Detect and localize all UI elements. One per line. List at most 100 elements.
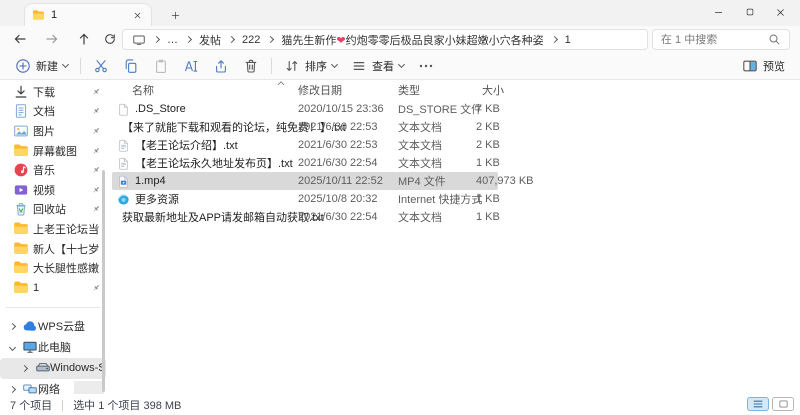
sidebar-horizontal-scrollbar[interactable] bbox=[74, 381, 104, 394]
breadcrumb-item[interactable]: 发帖 bbox=[199, 32, 221, 48]
sidebar-item-wps-cloud[interactable]: WPS云盘 bbox=[0, 316, 106, 337]
sidebar-item-documents[interactable]: 文档 bbox=[0, 102, 106, 122]
file-name: .DS_Store bbox=[135, 103, 186, 115]
new-tab-button[interactable] bbox=[166, 6, 184, 24]
sidebar-item-videos[interactable]: 视频 bbox=[0, 180, 106, 200]
breadcrumb[interactable]: … 发帖 222 猫先生新作❤约炮零零后极品良家小妹超嫩小穴各种姿 1 bbox=[122, 29, 648, 50]
expand-chevron-icon[interactable] bbox=[9, 322, 16, 329]
file-size: 7 KB bbox=[476, 103, 592, 115]
sidebar-item-recycle-bin[interactable]: 回收站 bbox=[0, 200, 106, 220]
copy-button[interactable] bbox=[116, 54, 146, 78]
file-date: 2020/10/15 23:36 bbox=[298, 103, 398, 115]
sidebar-vertical-scrollbar[interactable] bbox=[102, 170, 105, 392]
post-title-prefix: 猫先生新作 bbox=[281, 35, 336, 47]
file-row[interactable]: 【老王论坛介绍】.txt 2021/6/30 22:53 文本文档 2 KB bbox=[112, 136, 498, 154]
column-header-date[interactable]: 修改日期 bbox=[298, 82, 398, 98]
sidebar-item-folder-1[interactable]: 1 bbox=[0, 278, 106, 298]
back-button[interactable] bbox=[8, 28, 32, 50]
up-arrow-icon bbox=[76, 31, 92, 47]
file-row[interactable]: 【老王论坛永久地址发布页】.txt 2021/6/30 22:54 文本文档 1… bbox=[112, 154, 498, 172]
thumbnail-view-button[interactable] bbox=[772, 397, 794, 411]
column-header-name[interactable]: 名称 bbox=[112, 82, 298, 98]
chevron-right-icon bbox=[551, 36, 558, 43]
file-row-selected[interactable]: 1.mp4 2025/10/11 22:52 MP4 文件 407,973 KB bbox=[112, 172, 498, 190]
post-title-suffix: 约炮零零后极品良家小妹超嫩小穴各种姿 bbox=[346, 35, 544, 47]
this-pc-icon bbox=[132, 33, 146, 47]
file-row[interactable]: 获取最新地址及APP请发邮箱自动获取.txt 2021/6/30 22:54 文… bbox=[112, 208, 498, 226]
chevron-right-icon bbox=[185, 36, 192, 43]
preview-button[interactable]: 预览 bbox=[735, 54, 792, 78]
status-divider bbox=[62, 400, 63, 411]
sidebar-item-downloads[interactable]: 下载 bbox=[0, 82, 106, 102]
breadcrumb-current[interactable]: 1 bbox=[565, 34, 571, 46]
item-count: 7 个项目 bbox=[10, 397, 52, 413]
preview-button-label: 预览 bbox=[763, 58, 785, 74]
copy-icon bbox=[123, 58, 139, 74]
cut-button[interactable] bbox=[86, 54, 116, 78]
file-size: 2 KB bbox=[476, 139, 592, 151]
file-row[interactable]: .DS_Store 2020/10/15 23:36 DS_STORE 文件 7… bbox=[112, 100, 498, 118]
toolbar-divider bbox=[271, 58, 272, 74]
up-button[interactable] bbox=[72, 28, 96, 50]
forward-button[interactable] bbox=[40, 28, 64, 50]
sidebar-item-folder[interactable]: 新人【十七岁 bbox=[0, 239, 106, 259]
thumbnail-view-icon bbox=[779, 400, 788, 408]
breadcrumb-overflow[interactable]: … bbox=[167, 34, 178, 46]
file-size: 407,973 KB bbox=[476, 175, 592, 187]
close-button[interactable] bbox=[765, 0, 796, 24]
pin-icon bbox=[91, 126, 101, 136]
close-icon bbox=[775, 7, 786, 18]
chevron-right-icon bbox=[228, 36, 235, 43]
trash-icon bbox=[243, 58, 259, 74]
column-header-type[interactable]: 类型 bbox=[398, 82, 476, 98]
explorer-tab[interactable]: 1 bbox=[24, 3, 152, 26]
folder-icon bbox=[13, 280, 29, 296]
paste-button[interactable] bbox=[146, 54, 176, 78]
view-button[interactable]: 查看 bbox=[344, 54, 411, 78]
file-row[interactable]: 【来了就能下载和观看的论坛，纯免费！】.txt 2021/6/30 22:53 … bbox=[112, 118, 498, 136]
file-row[interactable]: 更多资源 2025/10/8 20:32 Internet 快捷方式 1 KB bbox=[112, 190, 498, 208]
sidebar-item-screenshots[interactable]: 屏幕截图 bbox=[0, 141, 106, 161]
chevron-right-icon bbox=[153, 36, 160, 43]
expand-chevron-icon[interactable] bbox=[21, 364, 28, 371]
collapse-chevron-icon[interactable] bbox=[9, 343, 16, 350]
rename-button[interactable] bbox=[176, 54, 206, 78]
folder-icon bbox=[32, 9, 45, 22]
tab-close-icon[interactable] bbox=[130, 8, 144, 22]
plus-circle-icon bbox=[15, 58, 31, 74]
refresh-button[interactable] bbox=[98, 28, 122, 50]
breadcrumb-item-post-title[interactable]: 猫先生新作❤约炮零零后极品良家小妹超嫩小穴各种姿 bbox=[281, 32, 543, 48]
expand-chevron-icon[interactable] bbox=[9, 385, 16, 392]
breadcrumb-item[interactable]: 222 bbox=[242, 34, 260, 46]
file-name: 1.mp4 bbox=[135, 175, 166, 187]
chevron-right-icon bbox=[267, 36, 274, 43]
sidebar-item-label: 上老王论坛当 bbox=[33, 221, 99, 237]
maximize-button[interactable] bbox=[734, 0, 765, 24]
sidebar-item-pictures[interactable]: 图片 bbox=[0, 121, 106, 141]
sort-button[interactable]: 排序 bbox=[277, 54, 344, 78]
tab-title: 1 bbox=[51, 9, 124, 21]
sidebar-item-windows-ssd[interactable]: Windows-SSD bbox=[0, 358, 106, 379]
search-input[interactable] bbox=[661, 34, 762, 46]
delete-button[interactable] bbox=[236, 54, 266, 78]
window-controls bbox=[703, 0, 796, 24]
column-header-size[interactable]: 大小 bbox=[476, 82, 592, 98]
new-button[interactable]: 新建 bbox=[8, 54, 75, 78]
file-type: 文本文档 bbox=[398, 155, 476, 171]
sidebar-item-music[interactable]: 音乐 bbox=[0, 160, 106, 180]
details-view-button[interactable] bbox=[747, 397, 769, 411]
search-box bbox=[652, 29, 790, 50]
sidebar-item-this-pc[interactable]: 此电脑 bbox=[0, 337, 106, 358]
share-button[interactable] bbox=[206, 54, 236, 78]
folder-icon bbox=[13, 143, 29, 159]
music-icon bbox=[13, 162, 29, 178]
sidebar-item-folder[interactable]: 大长腿性感嫩 bbox=[0, 258, 106, 278]
minimize-button[interactable] bbox=[703, 0, 734, 24]
document-icon bbox=[13, 103, 29, 119]
sidebar-item-folder[interactable]: 上老王论坛当 bbox=[0, 219, 106, 239]
more-options-button[interactable] bbox=[411, 54, 441, 78]
sidebar-item-label: 网络 bbox=[38, 381, 60, 395]
video-icon bbox=[13, 182, 29, 198]
file-type: Internet 快捷方式 bbox=[398, 191, 476, 207]
sort-button-label: 排序 bbox=[305, 58, 327, 74]
